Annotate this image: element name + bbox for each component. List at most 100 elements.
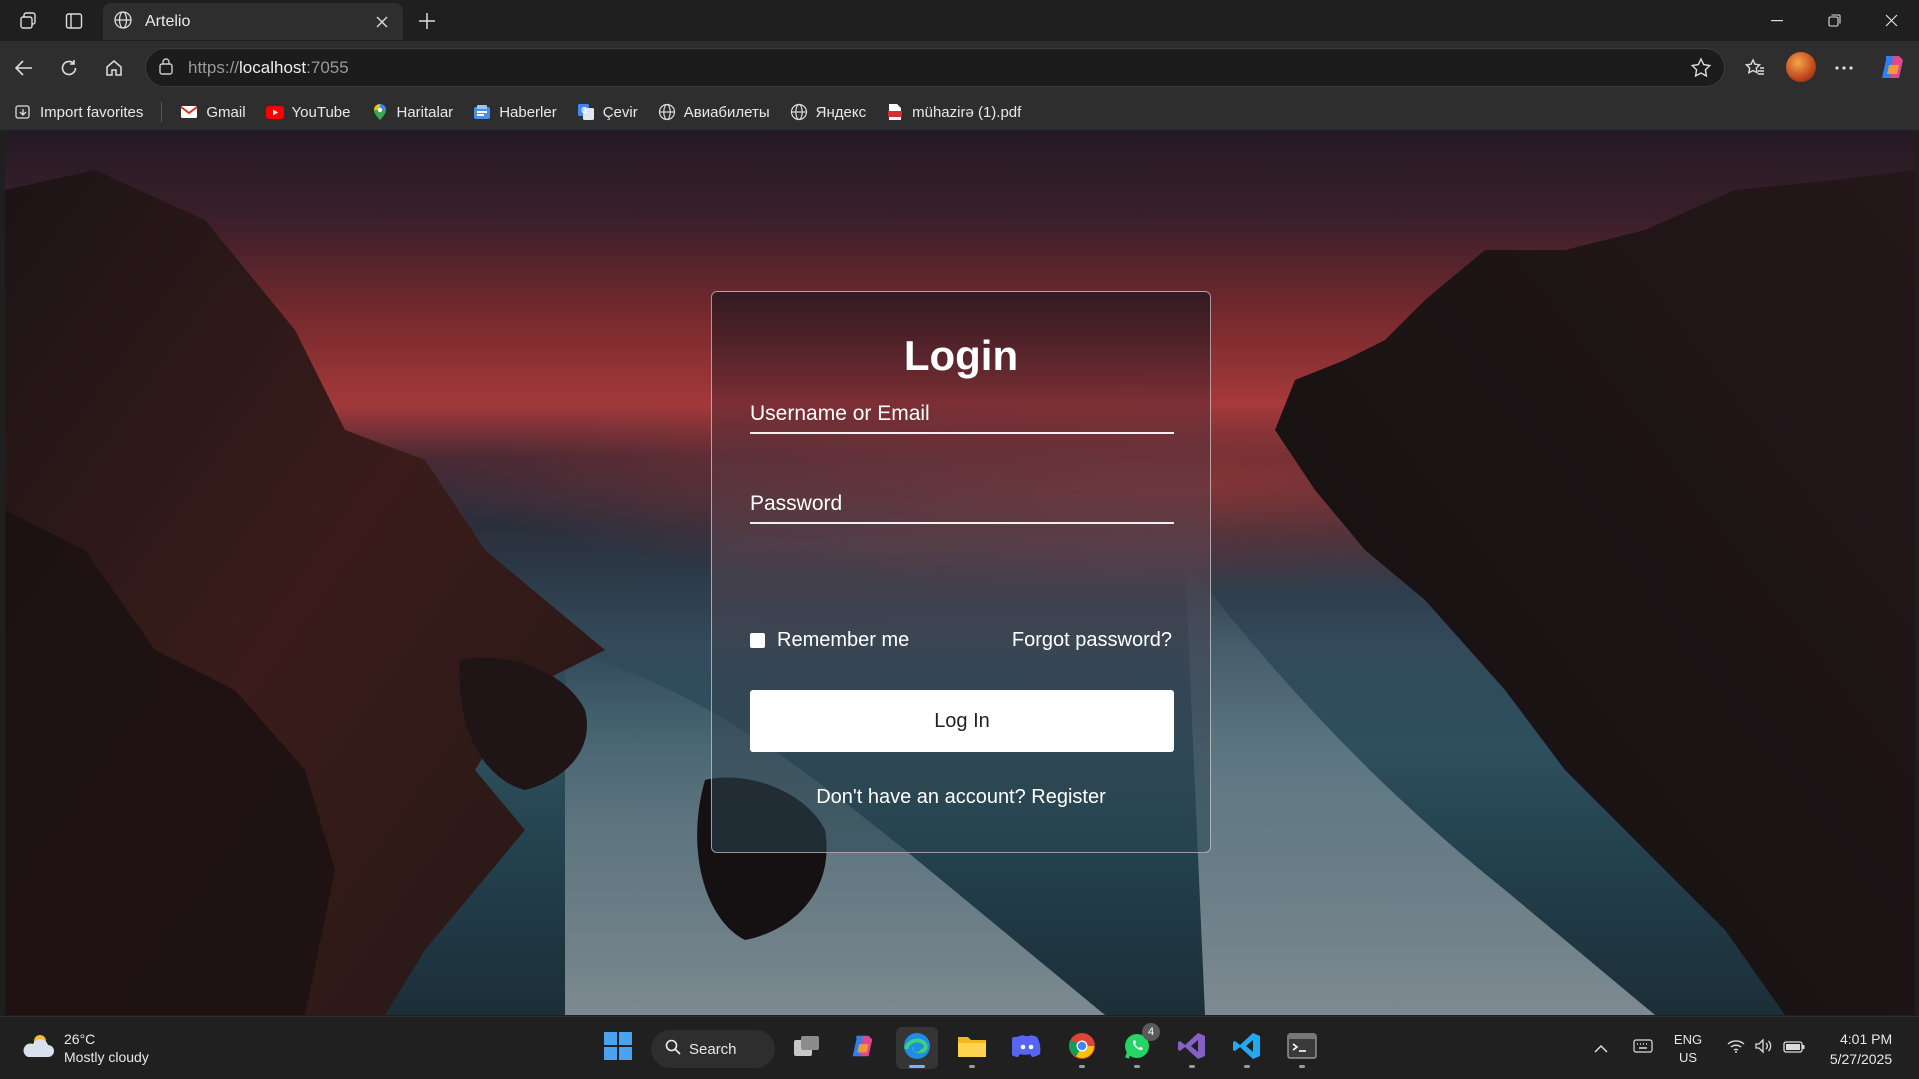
favorites-icon[interactable]	[1737, 50, 1773, 86]
tab-artelio[interactable]: Artelio	[103, 3, 403, 40]
start-button[interactable]	[597, 1027, 639, 1069]
browser-titlebar: Artelio	[0, 0, 1919, 41]
pdf-icon	[886, 103, 904, 121]
page-viewport: Login Remember me Forgot password? Log I…	[5, 130, 1915, 1015]
speaker-icon	[1754, 1038, 1774, 1059]
bookmark-youtube[interactable]: YouTube	[265, 103, 351, 121]
language-indicator[interactable]: ENG US	[1666, 1017, 1710, 1079]
translate-icon: G	[577, 103, 595, 121]
terminal-icon	[1287, 1033, 1317, 1063]
remember-me-checkbox[interactable]	[750, 633, 765, 648]
clock-date: 5/27/2025	[1829, 1050, 1893, 1067]
login-title: Login	[903, 332, 1019, 379]
weather-condition: Mostly cloudy	[64, 1049, 149, 1065]
gmail-icon	[180, 103, 198, 121]
windows-taskbar: 26°C Mostly cloudy Search 4 ENG US 4:01 …	[0, 1016, 1919, 1079]
home-icon[interactable]	[96, 50, 132, 86]
new-tab-icon[interactable]	[410, 4, 444, 38]
keyboard-icon	[1633, 1039, 1653, 1058]
minimize-icon[interactable]	[1748, 0, 1806, 41]
remember-me[interactable]: Remember me	[750, 629, 909, 652]
show-hidden-icons[interactable]	[1586, 1017, 1616, 1079]
copilot-app-icon	[848, 1032, 876, 1064]
chrome-icon	[1067, 1031, 1097, 1065]
bookmark-pdf[interactable]: mühazirə (1).pdf	[886, 103, 1021, 121]
more-menu-icon[interactable]	[1826, 50, 1862, 86]
bookmarks-bar: Import favorites Gmail YouTube Haritalar…	[0, 94, 1919, 130]
touch-keyboard-button[interactable]	[1628, 1017, 1658, 1079]
bookmark-cevir[interactable]: G Çevir	[577, 103, 638, 121]
taskbar-vscode[interactable]	[1226, 1027, 1268, 1069]
taskbar-terminal[interactable]	[1281, 1027, 1323, 1069]
import-icon	[14, 103, 32, 121]
clock-time: 4:01 PM	[1840, 1030, 1893, 1047]
language-region: US	[1678, 1049, 1698, 1065]
language-code: ENG	[1673, 1031, 1703, 1047]
system-clock[interactable]: 4:01 PM 5/27/2025	[1816, 1017, 1906, 1079]
address-bar[interactable]: https://localhost:7055	[145, 48, 1725, 87]
taskbar-edge[interactable]	[896, 1027, 938, 1069]
tab-actions-icon[interactable]	[57, 4, 91, 38]
login-button[interactable]: Log In	[750, 690, 1174, 752]
weather-temp: 26°C	[64, 1031, 96, 1047]
forgot-password-link[interactable]: Forgot password?	[1012, 629, 1172, 652]
remember-me-label: Remember me	[777, 629, 910, 651]
bookmark-yandex[interactable]: Яндекс	[790, 103, 866, 121]
site-info-icon[interactable]	[158, 57, 174, 79]
close-window-icon[interactable]	[1862, 0, 1919, 41]
battery-icon	[1783, 1040, 1805, 1058]
bookmark-separator	[161, 102, 163, 122]
chevron-up-icon	[1594, 1040, 1608, 1058]
login-card: Login Remember me Forgot password? Log I…	[711, 291, 1211, 853]
discord-icon	[1009, 1034, 1042, 1062]
bookmark-aviabilety[interactable]: Авиабилеты	[658, 103, 770, 121]
taskbar-discord[interactable]	[1006, 1027, 1048, 1069]
taskbar-search[interactable]: Search	[651, 1030, 775, 1068]
search-icon	[665, 1039, 681, 1059]
password-input[interactable]	[750, 478, 1174, 522]
username-input[interactable]	[750, 388, 1174, 432]
copilot-icon[interactable]	[1877, 52, 1907, 82]
refresh-icon[interactable]	[51, 50, 87, 86]
close-tab-icon[interactable]	[371, 11, 393, 33]
volume-status[interactable]	[1750, 1017, 1778, 1079]
wifi-status[interactable]	[1722, 1017, 1750, 1079]
register-link[interactable]: Don't have an account? Register	[712, 786, 1210, 809]
windows-logo-icon	[603, 1031, 633, 1065]
url-text: https://localhost:7055	[188, 57, 349, 77]
bookmark-haberler[interactable]: Haberler	[473, 103, 557, 121]
taskbar-whatsapp[interactable]: 4	[1116, 1023, 1160, 1069]
taskbar-chrome[interactable]	[1061, 1027, 1103, 1069]
browser-navbar: https://localhost:7055	[0, 41, 1919, 94]
svg-text:G: G	[581, 106, 587, 115]
username-field	[750, 388, 1174, 434]
workspaces-icon[interactable]	[12, 4, 46, 38]
cloud-icon	[20, 1033, 54, 1064]
bookmark-import-favorites[interactable]: Import favorites	[14, 103, 143, 121]
task-view-icon	[793, 1034, 821, 1062]
globe-icon	[790, 103, 808, 121]
bookmark-gmail[interactable]: Gmail	[180, 103, 246, 121]
maps-icon	[371, 103, 389, 121]
taskbar-visual-studio[interactable]	[1171, 1027, 1213, 1069]
search-label: Search	[689, 1040, 737, 1058]
vscode-icon	[1232, 1031, 1262, 1065]
bookmark-haritalar[interactable]: Haritalar	[371, 103, 453, 121]
back-icon[interactable]	[6, 50, 42, 86]
restore-icon[interactable]	[1805, 0, 1863, 41]
news-icon	[473, 103, 491, 121]
taskbar-file-explorer[interactable]	[951, 1027, 993, 1069]
battery-status[interactable]	[1779, 1017, 1809, 1079]
favorite-star-icon[interactable]	[1688, 55, 1714, 81]
notification-badge: 4	[1142, 1023, 1160, 1041]
youtube-icon	[265, 103, 284, 121]
wifi-icon	[1727, 1039, 1745, 1058]
weather-widget[interactable]: 26°C Mostly cloudy	[20, 1030, 149, 1066]
globe-icon	[658, 103, 676, 121]
task-view-button[interactable]	[786, 1027, 828, 1069]
taskbar-copilot[interactable]	[841, 1027, 883, 1069]
profile-avatar[interactable]	[1786, 52, 1816, 82]
folder-icon	[957, 1033, 987, 1063]
globe-icon	[113, 10, 133, 34]
password-field	[750, 478, 1174, 524]
